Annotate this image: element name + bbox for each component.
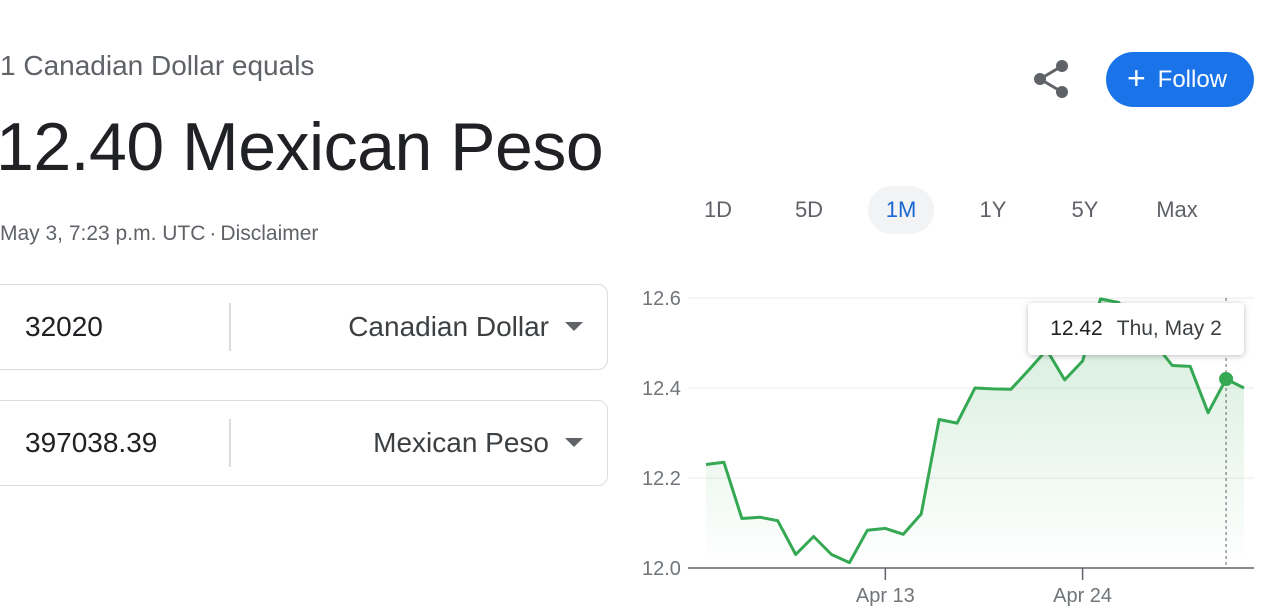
follow-button[interactable]: + Follow (1106, 52, 1254, 107)
to-currency-select[interactable]: Mexican Peso (373, 401, 549, 485)
timestamp: May 3, 7:23 p.m. UTC (0, 222, 206, 245)
chart-tooltip: 12.42 Thu, May 2 (1028, 303, 1244, 355)
range-tab-1d[interactable]: 1D (685, 186, 751, 234)
follow-label: Follow (1157, 65, 1228, 93)
share-icon (1034, 60, 1068, 98)
tooltip-value: 12.42 (1050, 317, 1103, 340)
chevron-down-icon[interactable] (565, 438, 583, 447)
from-amount-input[interactable] (25, 285, 215, 369)
conversion-result: 12.40 Mexican Peso (0, 109, 604, 185)
timestamp-line: May 3, 7:23 p.m. UTC · Disclaimer (0, 222, 318, 246)
chevron-down-icon[interactable] (565, 322, 583, 331)
y-tick-label: 12.2 (642, 468, 681, 490)
range-tab-5y[interactable]: 5Y (1052, 186, 1118, 234)
tooltip-date: Thu, May 2 (1116, 317, 1222, 340)
divider (229, 419, 231, 467)
from-currency-row: Canadian Dollar (0, 284, 608, 370)
plus-icon: + (1126, 60, 1146, 96)
range-tab-1m[interactable]: 1M (868, 186, 934, 234)
to-currency-row: Mexican Peso (0, 400, 608, 486)
conversion-subtitle: 1 Canadian Dollar equals (0, 50, 315, 81)
y-tick-label: 12.4 (642, 378, 681, 400)
range-tab-max[interactable]: Max (1144, 186, 1210, 234)
from-currency-select[interactable]: Canadian Dollar (348, 285, 549, 369)
y-tick-label: 12.6 (642, 288, 681, 310)
share-button[interactable] (1028, 56, 1074, 102)
separator: · (209, 222, 217, 245)
disclaimer-link[interactable]: Disclaimer (220, 222, 318, 245)
range-tab-5d[interactable]: 5D (776, 186, 842, 234)
to-amount-input[interactable] (25, 401, 215, 485)
x-tick-label: Apr 13 (856, 585, 915, 607)
x-tick-label: Apr 24 (1053, 585, 1112, 607)
y-tick-label: 12.0 (642, 558, 681, 580)
range-tab-1y[interactable]: 1Y (960, 186, 1026, 234)
highlight-point (1219, 372, 1234, 386)
divider (229, 303, 231, 351)
